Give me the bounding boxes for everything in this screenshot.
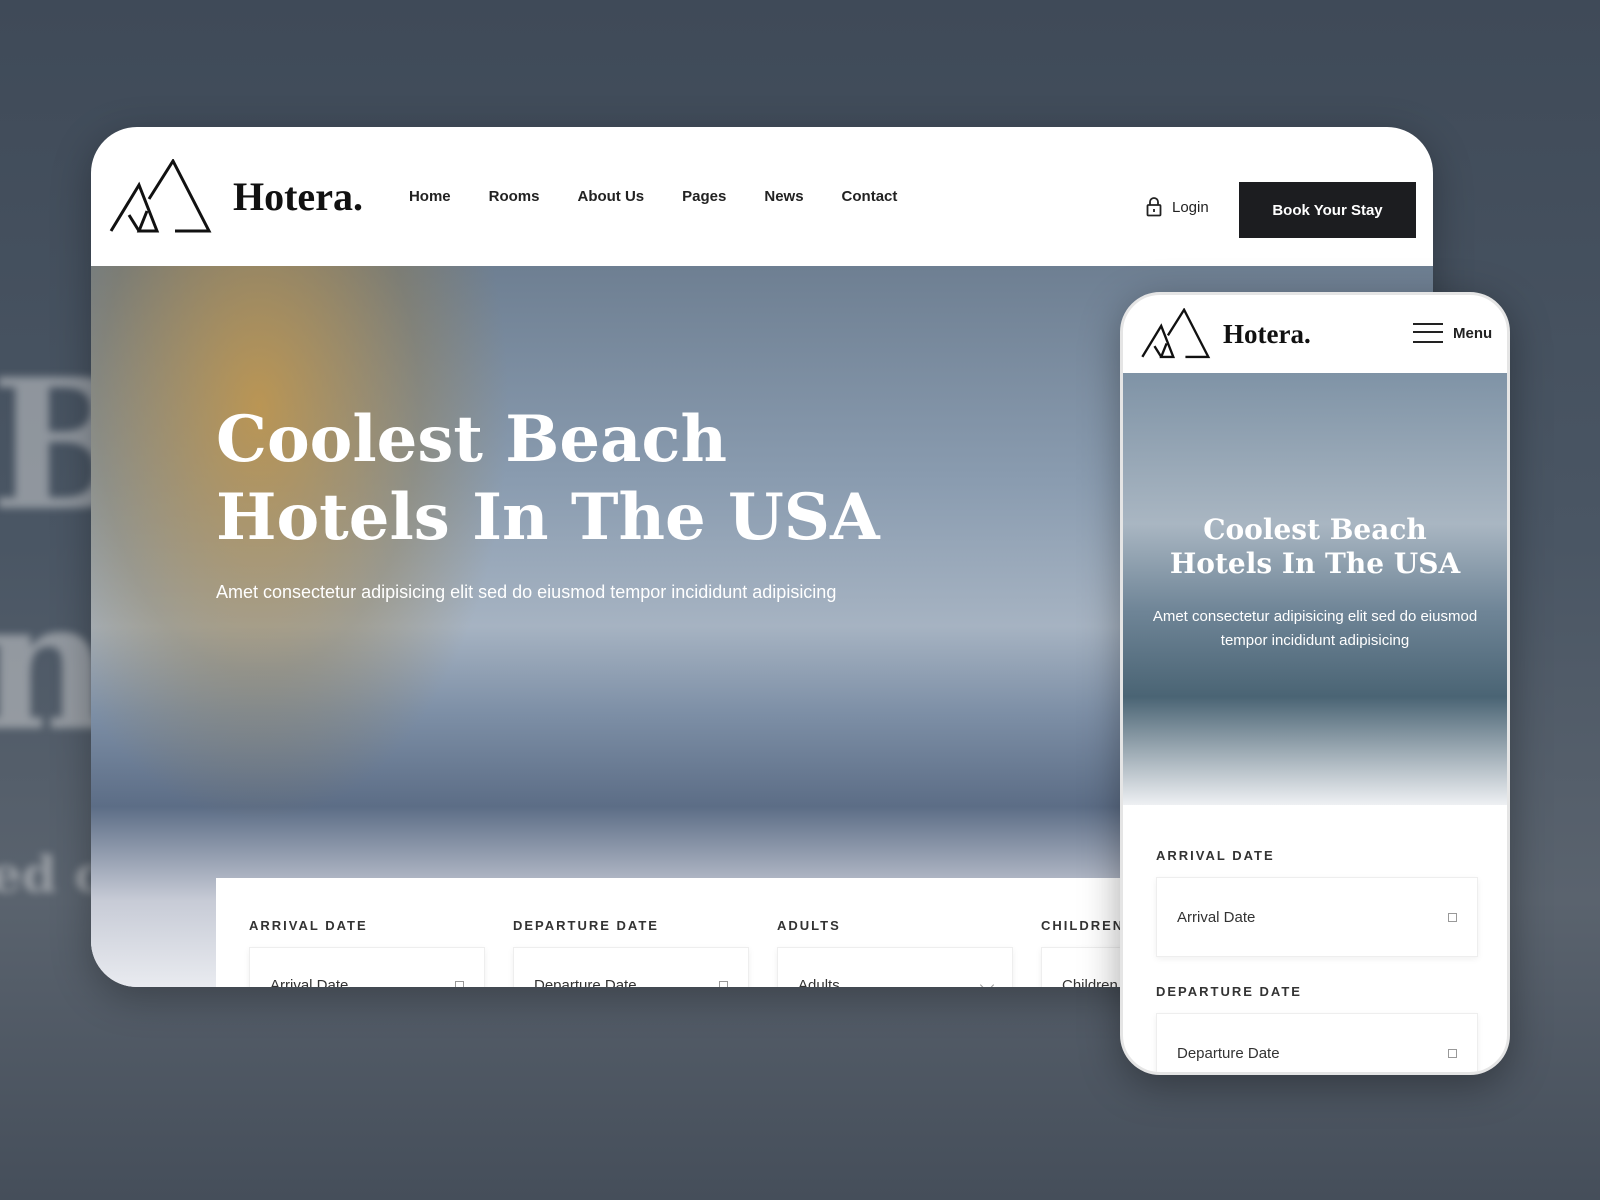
adults-field: ADULTS Adults [777, 918, 1013, 987]
field-label: ARRIVAL DATE [1156, 848, 1275, 863]
field-label: ARRIVAL DATE [249, 918, 368, 933]
mobile-preview: Hotera. Menu Coolest Beach Hotels In The … [1120, 292, 1510, 1075]
logo-mountains-icon [109, 158, 212, 232]
login-label: Login [1172, 198, 1209, 216]
calendar-icon [455, 980, 464, 987]
hero-title-line: Hotels In The USA [1169, 547, 1461, 580]
hero-title-line: Hotels In The USA [216, 480, 880, 555]
arrival-date-input[interactable]: Arrival Date [249, 947, 485, 987]
input-value: Children [1062, 976, 1118, 988]
menu-button[interactable]: Menu [1413, 323, 1492, 343]
input-value: Adults [798, 976, 840, 988]
mobile-arrival-date-input[interactable]: Arrival Date [1156, 877, 1478, 957]
hero-title: Coolest Beach Hotels In The USA [216, 401, 880, 557]
field-label: DEPARTURE DATE [513, 918, 659, 933]
input-value: Departure Date [534, 976, 637, 988]
input-value: Arrival Date [270, 976, 349, 988]
hero-title-line: Coolest Beach [1203, 513, 1427, 546]
field-label: DEPARTURE DATE [1156, 984, 1302, 999]
field-label: ADULTS [777, 918, 841, 933]
chevron-down-icon [979, 977, 995, 987]
bg-letter: ed c [0, 845, 105, 904]
brand-logo[interactable]: Hotera. [233, 173, 363, 220]
mobile-header: Hotera. Menu [1123, 295, 1507, 373]
logo-mountains-icon [1141, 308, 1211, 359]
adults-select[interactable]: Adults [777, 947, 1013, 987]
input-value: Departure Date [1177, 1044, 1280, 1062]
input-value: Arrival Date [1177, 908, 1256, 926]
book-your-stay-button[interactable]: Book Your Stay [1239, 182, 1416, 238]
departure-date-input[interactable]: Departure Date [513, 947, 749, 987]
menu-label: Menu [1453, 324, 1493, 342]
brand-logo[interactable]: Hotera. [1223, 319, 1311, 350]
mobile-departure-date-input[interactable]: Departure Date [1156, 1013, 1478, 1072]
login-link[interactable]: Login [1146, 197, 1209, 217]
header: Hotera. Home Rooms About Us Pages News C… [91, 127, 1433, 266]
nav-about-us[interactable]: About Us [577, 188, 644, 205]
calendar-icon [1448, 1048, 1457, 1058]
lock-icon [1146, 197, 1162, 217]
mobile-hero-subtitle: Amet consectetur adipisicing elit sed do… [1152, 608, 1478, 649]
calendar-icon [719, 980, 728, 987]
nav-pages[interactable]: Pages [682, 188, 726, 205]
calendar-icon [1448, 912, 1457, 922]
nav-contact[interactable]: Contact [842, 188, 898, 205]
main-nav: Home Rooms About Us Pages News Contact [409, 188, 897, 205]
mobile-arrival-field: ARRIVAL DATE Arrival Date [1156, 848, 1478, 957]
hamburger-icon [1413, 323, 1443, 343]
arrival-field: ARRIVAL DATE Arrival Date [249, 918, 485, 987]
mobile-hero-title: Coolest Beach Hotels In The USA [1123, 513, 1507, 581]
hero-subtitle: Amet consectetur adipisicing elit sed do… [216, 582, 837, 602]
hero-title-line: Coolest Beach [216, 402, 727, 477]
departure-field: DEPARTURE DATE Departure Date [513, 918, 749, 987]
nav-news[interactable]: News [764, 188, 803, 205]
nav-rooms[interactable]: Rooms [489, 188, 540, 205]
mobile-departure-field: DEPARTURE DATE Departure Date [1156, 984, 1478, 1072]
booking-form: ARRIVAL DATE Arrival Date DEPARTURE DATE… [216, 878, 1277, 988]
nav-home[interactable]: Home [409, 188, 451, 205]
mobile-hero: Coolest Beach Hotels In The USA Amet cons… [1123, 373, 1507, 805]
